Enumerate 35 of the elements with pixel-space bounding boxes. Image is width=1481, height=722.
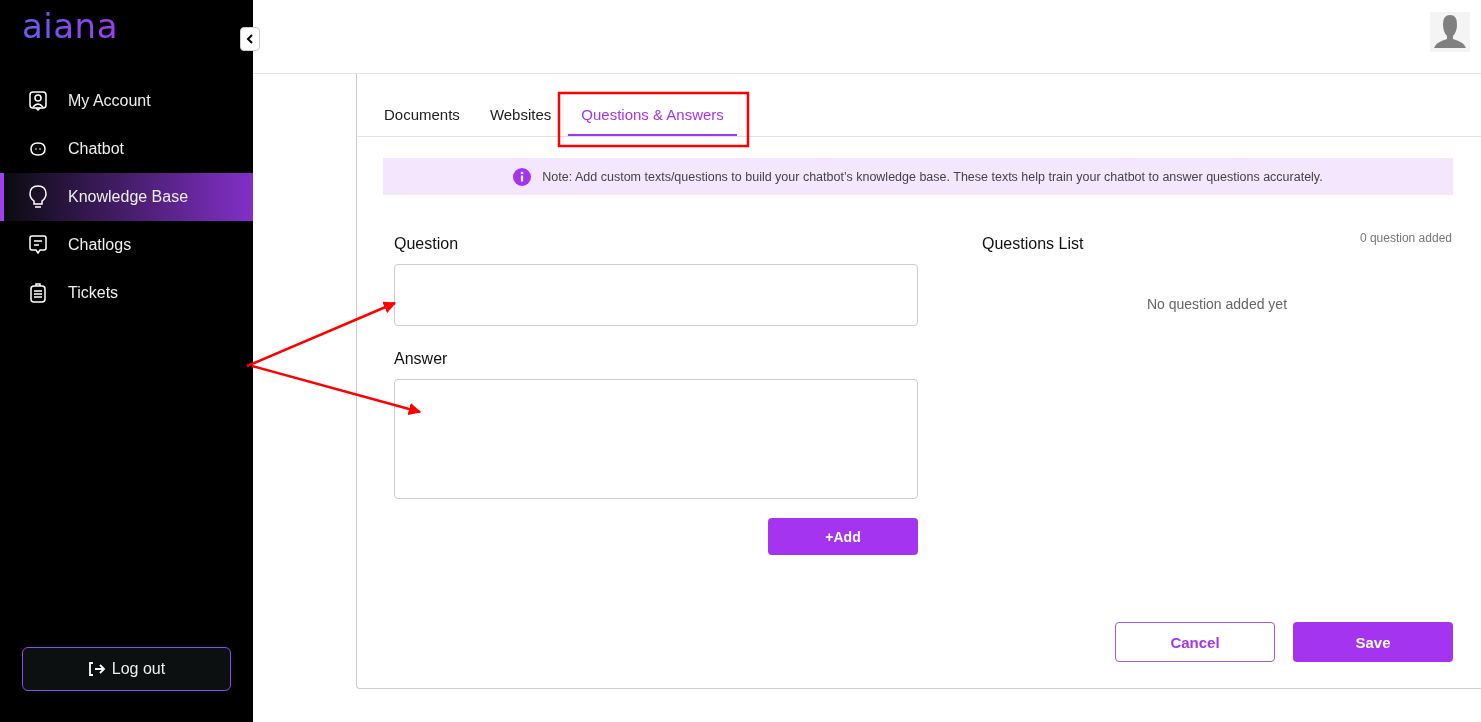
- sidebar-item-label: Tickets: [68, 284, 119, 302]
- sidebar-item[interactable]: Chatlogs: [0, 221, 253, 269]
- info-icon: [513, 167, 532, 186]
- tab[interactable]: Documents: [371, 94, 473, 136]
- answer-input[interactable]: [394, 379, 918, 499]
- note-text: Note: Add custom texts/questions to build your chatbot’s knowledge base. These texts help train your chatbot to answer questions accurately.: [542, 169, 1323, 184]
- clipboard-icon: [28, 282, 48, 304]
- empty-message: No question added yet: [1146, 296, 1288, 312]
- robot-icon: [28, 140, 48, 158]
- questions-list-title: Questions List: [982, 235, 1084, 253]
- sidebar-item[interactable]: Chatbot: [0, 125, 253, 173]
- tab[interactable]: Questions & Answers: [568, 94, 737, 136]
- question-input[interactable]: [394, 264, 918, 326]
- question-label: Question: [394, 235, 460, 253]
- save-button[interactable]: Save: [1293, 622, 1453, 662]
- sidebar-item-label: My Account: [68, 92, 151, 110]
- collapse-button[interactable]: [240, 27, 260, 51]
- chevron-left-icon: [246, 34, 254, 44]
- tab[interactable]: Websites: [476, 94, 565, 136]
- user-icon: [28, 90, 48, 112]
- sidebar-item[interactable]: Knowledge Base: [0, 173, 253, 221]
- lightbulb-icon: [28, 184, 48, 210]
- logout-icon: [87, 661, 106, 677]
- sidebar-item-label: Chatlogs: [68, 236, 132, 254]
- sidebar-item[interactable]: My Account: [0, 77, 253, 125]
- question-count: 0 question added: [1359, 231, 1452, 245]
- sidebar-item-label: Knowledge Base: [68, 188, 189, 206]
- sidebar-item-label: Chatbot: [68, 140, 125, 158]
- avatar-placeholder[interactable]: [1430, 12, 1470, 52]
- sidebar-item[interactable]: Tickets: [0, 269, 253, 317]
- logout-button[interactable]: Log out: [22, 647, 231, 691]
- chat-icon: [28, 234, 48, 256]
- add-button[interactable]: +Add: [768, 518, 918, 555]
- answer-label: Answer: [394, 350, 449, 368]
- cancel-button[interactable]: Cancel: [1115, 622, 1275, 662]
